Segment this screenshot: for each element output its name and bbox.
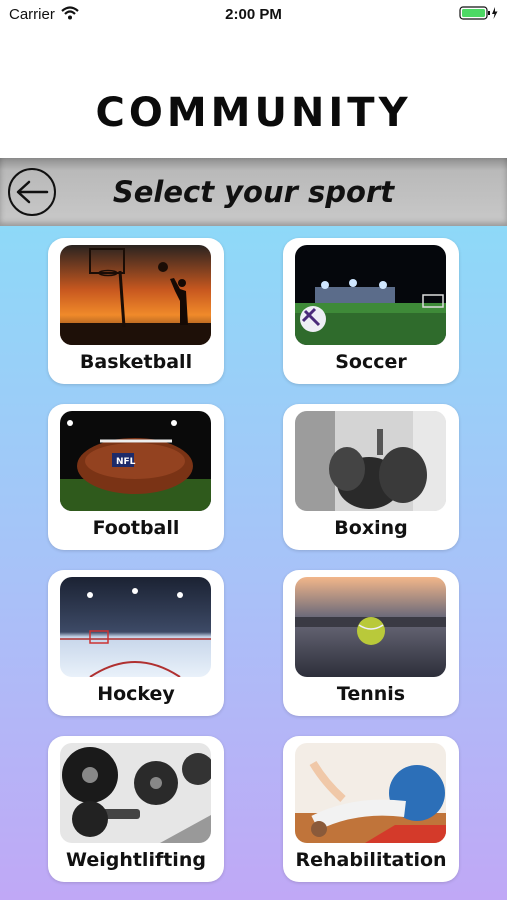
sport-grid: Basketball Soccer NFL Football Boxing Ho… [0,226,507,900]
sport-card-basketball[interactable]: Basketball [48,238,224,384]
sport-label: Weightlifting [66,849,206,871]
header: COMMUNITY [0,30,507,158]
clock-time: 2:00 PM [225,6,282,23]
sport-card-tennis[interactable]: Tennis [283,570,459,716]
sport-label: Boxing [334,517,408,539]
football-image: NFL [60,411,211,511]
page-title: COMMUNITY [95,90,412,136]
sport-card-rehabilitation[interactable]: Rehabilitation [283,736,459,882]
basketball-image [60,245,211,345]
boxing-image [295,411,446,511]
sport-label: Hockey [97,683,175,705]
subheader-bar: Select your sport [0,158,507,226]
sport-label: Basketball [79,351,193,373]
soccer-image [295,245,446,345]
hockey-image [60,577,211,677]
sport-label: Rehabilitation [295,849,447,871]
svg-text:NFL: NFL [116,457,136,467]
sport-card-weightlifting[interactable]: Weightlifting [48,736,224,882]
sport-card-boxing[interactable]: Boxing [283,404,459,550]
weightlifting-image [60,743,211,843]
section-title: Select your sport [112,175,395,209]
sport-card-football[interactable]: NFL Football [48,404,224,550]
sport-card-hockey[interactable]: Hockey [48,570,224,716]
rehabilitation-image [295,743,446,843]
status-bar: Carrier 2:00 PM [0,0,507,30]
sport-card-soccer[interactable]: Soccer [283,238,459,384]
tennis-image [295,577,446,677]
sport-label: Tennis [336,683,406,705]
battery-icon [459,6,499,20]
sport-label: Football [92,517,180,539]
sport-label: Soccer [335,351,407,373]
